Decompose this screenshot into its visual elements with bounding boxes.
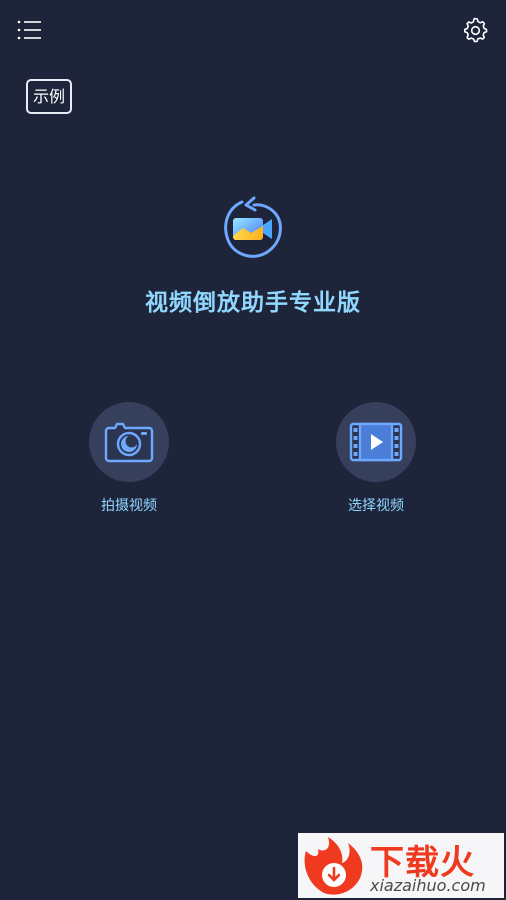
list-menu-icon bbox=[17, 20, 41, 40]
app-title: 视频倒放助手专业版 bbox=[145, 290, 361, 316]
menu-button[interactable] bbox=[16, 18, 44, 42]
watermark-domain: xiazaihuo.com bbox=[370, 876, 486, 895]
watermark-logo: 下载火 xiazaihuo.com bbox=[298, 833, 504, 898]
shoot-video-label: 拍摄视频 bbox=[101, 498, 157, 514]
select-video-icon-circle bbox=[336, 402, 416, 482]
app-logo bbox=[216, 192, 290, 266]
flame-logo-icon bbox=[304, 837, 363, 895]
shoot-video-button[interactable]: 拍摄视频 bbox=[88, 402, 170, 515]
camera-icon bbox=[104, 422, 154, 463]
select-video-label: 选择视频 bbox=[348, 498, 404, 514]
film-play-icon bbox=[349, 422, 403, 462]
app-screen: 示例 视频倒放助手专业版 拍摄视频 选择视频 下载火 xiazaihuo.com bbox=[0, 0, 506, 900]
gear-icon bbox=[464, 17, 488, 43]
select-video-button[interactable]: 选择视频 bbox=[335, 402, 417, 515]
rewind-video-logo-icon bbox=[224, 196, 282, 258]
settings-button[interactable] bbox=[461, 16, 489, 44]
shoot-video-icon-circle bbox=[89, 402, 169, 482]
example-button[interactable]: 示例 bbox=[26, 79, 72, 114]
